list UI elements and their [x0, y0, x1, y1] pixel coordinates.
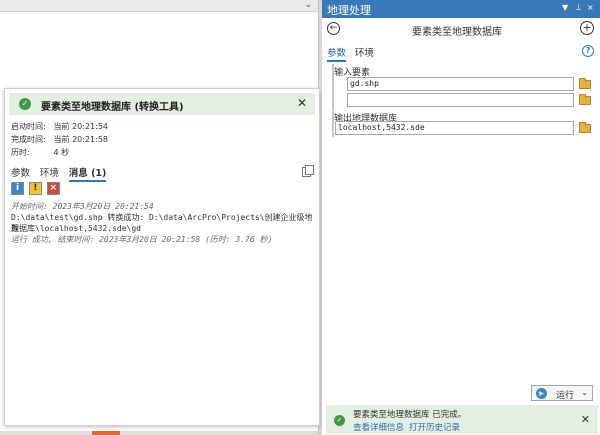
- tab-messages[interactable]: 消息 (1): [68, 168, 107, 182]
- elapsed-row: 历时: 4 秒: [11, 147, 69, 158]
- status-close-button[interactable]: ✕: [581, 413, 590, 426]
- run-button-label: 运行: [556, 391, 575, 401]
- tab-tool-environments[interactable]: 环境: [355, 48, 374, 59]
- browse-folder-icon[interactable]: [579, 94, 591, 105]
- app-root: ⌄ ✓ 要素类至地理数据库 (转换工具) ✕ 启动时间: 当前 20:21:54…: [0, 0, 600, 435]
- message-filters: i ! ×: [11, 182, 62, 196]
- map-view-toolbar: ⌄: [0, 0, 318, 12]
- tool-tabs: 参数 环境: [327, 45, 380, 62]
- input-features-field-2[interactable]: [347, 93, 574, 107]
- info-filter-icon[interactable]: i: [11, 182, 24, 195]
- pane-close-icon[interactable]: ×: [587, 3, 594, 12]
- end-time-row: 完成时间: 当前 20:21:58: [11, 134, 108, 145]
- run-button[interactable]: ▶ 运行 ⌄: [531, 385, 593, 401]
- popup-close-button[interactable]: ✕: [297, 96, 307, 110]
- open-history-link[interactable]: 打开历史记录: [409, 421, 460, 433]
- end-time-label: 完成时间:: [11, 135, 46, 144]
- geoprocessing-pane: 地理处理 ▼ ⊥ × ← 要素类至地理数据库 + 参数 环境 ? 输入要素 gd…: [322, 0, 600, 435]
- result-popup: ✓ 要素类至地理数据库 (转换工具) ✕ 启动时间: 当前 20:21:54 完…: [4, 88, 320, 426]
- pane-titlebar: 地理处理 ▼ ⊥ ×: [322, 0, 600, 18]
- back-button[interactable]: ←: [327, 22, 340, 35]
- input-features-field-1[interactable]: gd.shp: [347, 77, 574, 91]
- chevron-down-icon[interactable]: ⌄: [304, 0, 312, 10]
- pane-title: 地理处理: [327, 4, 371, 17]
- start-time-label: 启动时间:: [11, 122, 46, 131]
- pin-icon[interactable]: ⊥: [575, 3, 582, 12]
- popup-title: 要素类至地理数据库 (转换工具): [41, 102, 184, 113]
- end-time-value: 当前 20:21:58: [53, 135, 109, 144]
- message-start: 开始时间: 2023年3月20日 20:21:54: [11, 202, 154, 211]
- success-check-icon: ✓: [19, 98, 31, 110]
- elapsed-value: 4 秒: [53, 148, 70, 157]
- elapsed-label: 历时:: [11, 148, 30, 157]
- view-details-link[interactable]: 查看详细信息: [353, 421, 404, 433]
- pane-menu-icon[interactable]: ▼: [562, 3, 568, 12]
- chevron-down-icon[interactable]: ⌄: [581, 388, 588, 397]
- status-message: 要素类至地理数据库 已完成。: [353, 410, 467, 420]
- start-time-value: 当前 20:21:54: [53, 122, 109, 131]
- copy-icon[interactable]: [302, 165, 314, 177]
- tab-tool-parameters[interactable]: 参数: [327, 48, 347, 62]
- add-tool-button[interactable]: +: [580, 21, 594, 35]
- output-gdb-field[interactable]: localhost,5432.sde: [335, 121, 574, 135]
- bottom-strip: [0, 431, 318, 435]
- message-convert-line2: 数据库\localhost,5432.sde\gd: [11, 224, 141, 233]
- tool-title: 要素类至地理数据库: [412, 27, 502, 38]
- popup-header: ✓ 要素类至地理数据库 (转换工具) ✕: [9, 93, 315, 115]
- message-finish: 运行 成功, 结束时间: 2023年3月20日 20:21:58 (历时: 3.…: [11, 235, 273, 244]
- browse-folder-icon[interactable]: [579, 122, 591, 133]
- play-icon: ▶: [536, 388, 547, 399]
- start-time-row: 启动时间: 当前 20:21:54: [11, 121, 108, 132]
- browse-folder-icon[interactable]: [579, 78, 591, 89]
- orange-tab-marker: [92, 431, 120, 435]
- completion-status-bar: ✓ 要素类至地理数据库 已完成。 查看详细信息 打开历史记录 ✕: [326, 405, 598, 434]
- tab-environments[interactable]: 环境: [40, 168, 59, 179]
- tab-parameters[interactable]: 参数: [11, 168, 30, 179]
- popup-tabs: 参数 环境 消息 (1): [11, 165, 113, 182]
- error-filter-icon[interactable]: ×: [46, 182, 60, 195]
- help-icon[interactable]: ?: [582, 45, 594, 57]
- warning-filter-icon[interactable]: !: [28, 182, 42, 195]
- success-check-icon: ✓: [334, 415, 345, 426]
